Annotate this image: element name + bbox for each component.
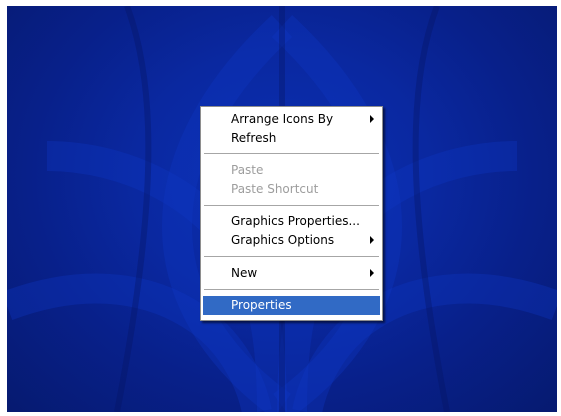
menu-separator <box>204 153 379 155</box>
menu-item-label: Graphics Properties... <box>231 214 360 228</box>
desktop-background[interactable]: Arrange Icons By Refresh Paste Paste Sho… <box>7 6 557 412</box>
menu-item-graphics-options[interactable]: Graphics Options <box>203 231 380 250</box>
menu-separator <box>204 256 379 258</box>
menu-item-label: Paste <box>231 163 264 177</box>
menu-item-paste[interactable]: Paste <box>203 161 380 180</box>
menu-item-graphics-properties[interactable]: Graphics Properties... <box>203 212 380 231</box>
menu-item-label: Refresh <box>231 131 277 145</box>
menu-separator <box>204 205 379 207</box>
menu-item-label: New <box>231 266 258 280</box>
menu-item-label: Properties <box>231 298 292 312</box>
menu-item-label: Arrange Icons By <box>231 112 334 126</box>
menu-item-refresh[interactable]: Refresh <box>203 129 380 148</box>
menu-item-new[interactable]: New <box>203 264 380 283</box>
menu-item-properties[interactable]: Properties <box>203 296 380 315</box>
submenu-arrow-icon <box>370 115 374 123</box>
menu-item-label: Paste Shortcut <box>231 182 319 196</box>
menu-item-paste-shortcut[interactable]: Paste Shortcut <box>203 180 380 199</box>
context-menu: Arrange Icons By Refresh Paste Paste Sho… <box>200 106 383 321</box>
menu-item-label: Graphics Options <box>231 233 335 247</box>
menu-item-arrange-icons-by[interactable]: Arrange Icons By <box>203 110 380 129</box>
menu-separator <box>204 289 379 291</box>
submenu-arrow-icon <box>370 269 374 277</box>
submenu-arrow-icon <box>370 236 374 244</box>
